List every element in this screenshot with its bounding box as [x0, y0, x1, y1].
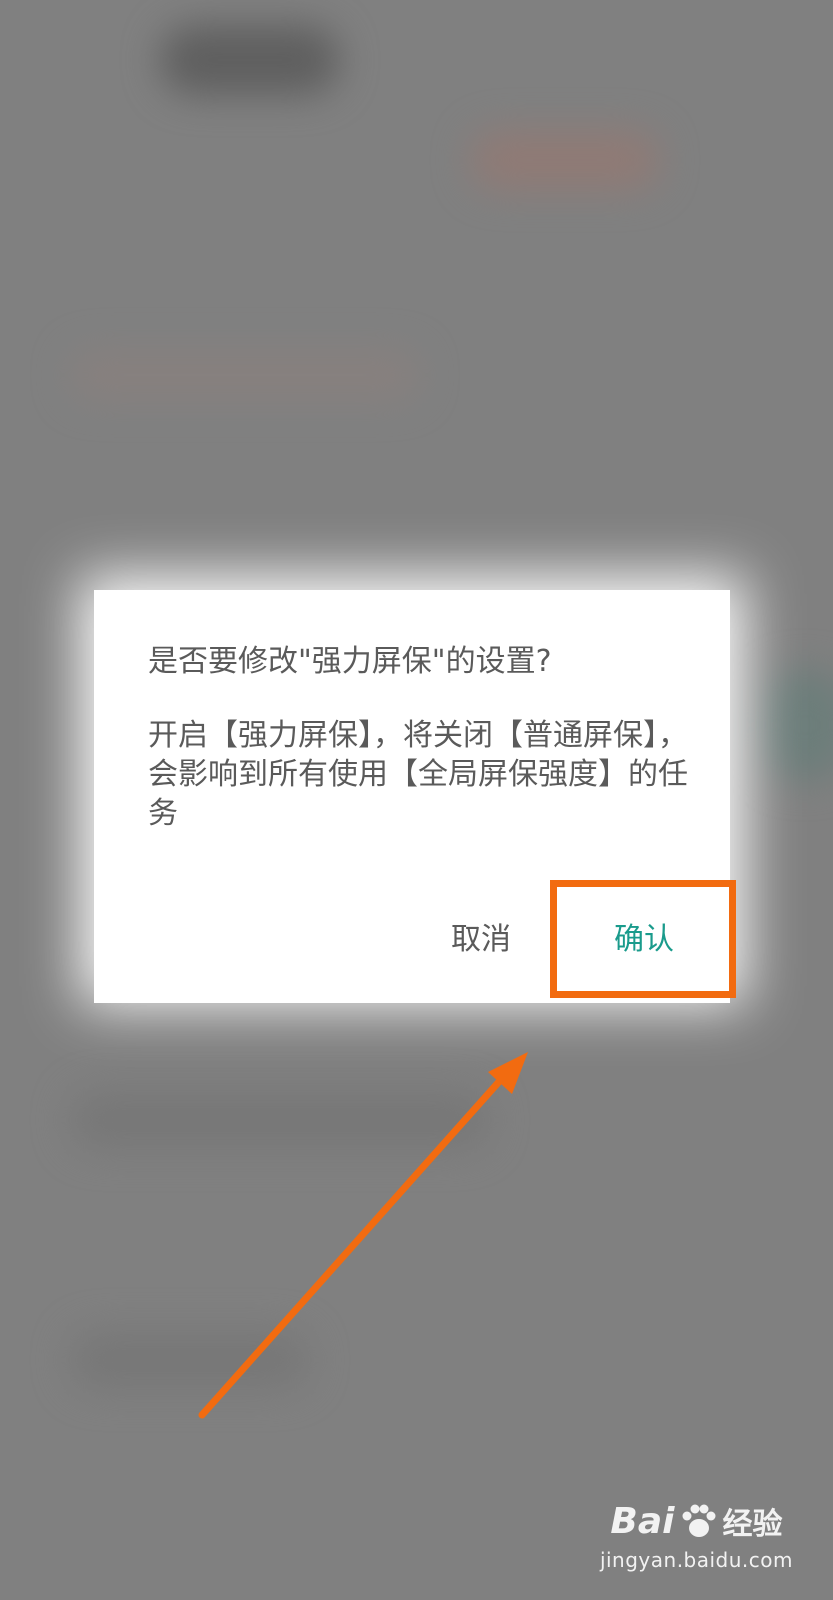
watermark-url: jingyan.baidu.com: [599, 1548, 793, 1572]
watermark-brand-cn: 经验: [722, 1507, 783, 1542]
watermark: Bai 经验 jingyan.baidu.com: [599, 1496, 793, 1573]
watermark-brand-latin: Bai: [610, 1500, 675, 1542]
annotation-arrow-icon: [198, 1052, 528, 1419]
paw-icon: [682, 1504, 715, 1537]
watermark-logo: Bai 经验: [600, 1496, 793, 1546]
screen: 是否要修改"强力屏保"的设置? 开启【强力屏保】，将关闭【普通屏保】，会影响到所…: [0, 0, 833, 1600]
